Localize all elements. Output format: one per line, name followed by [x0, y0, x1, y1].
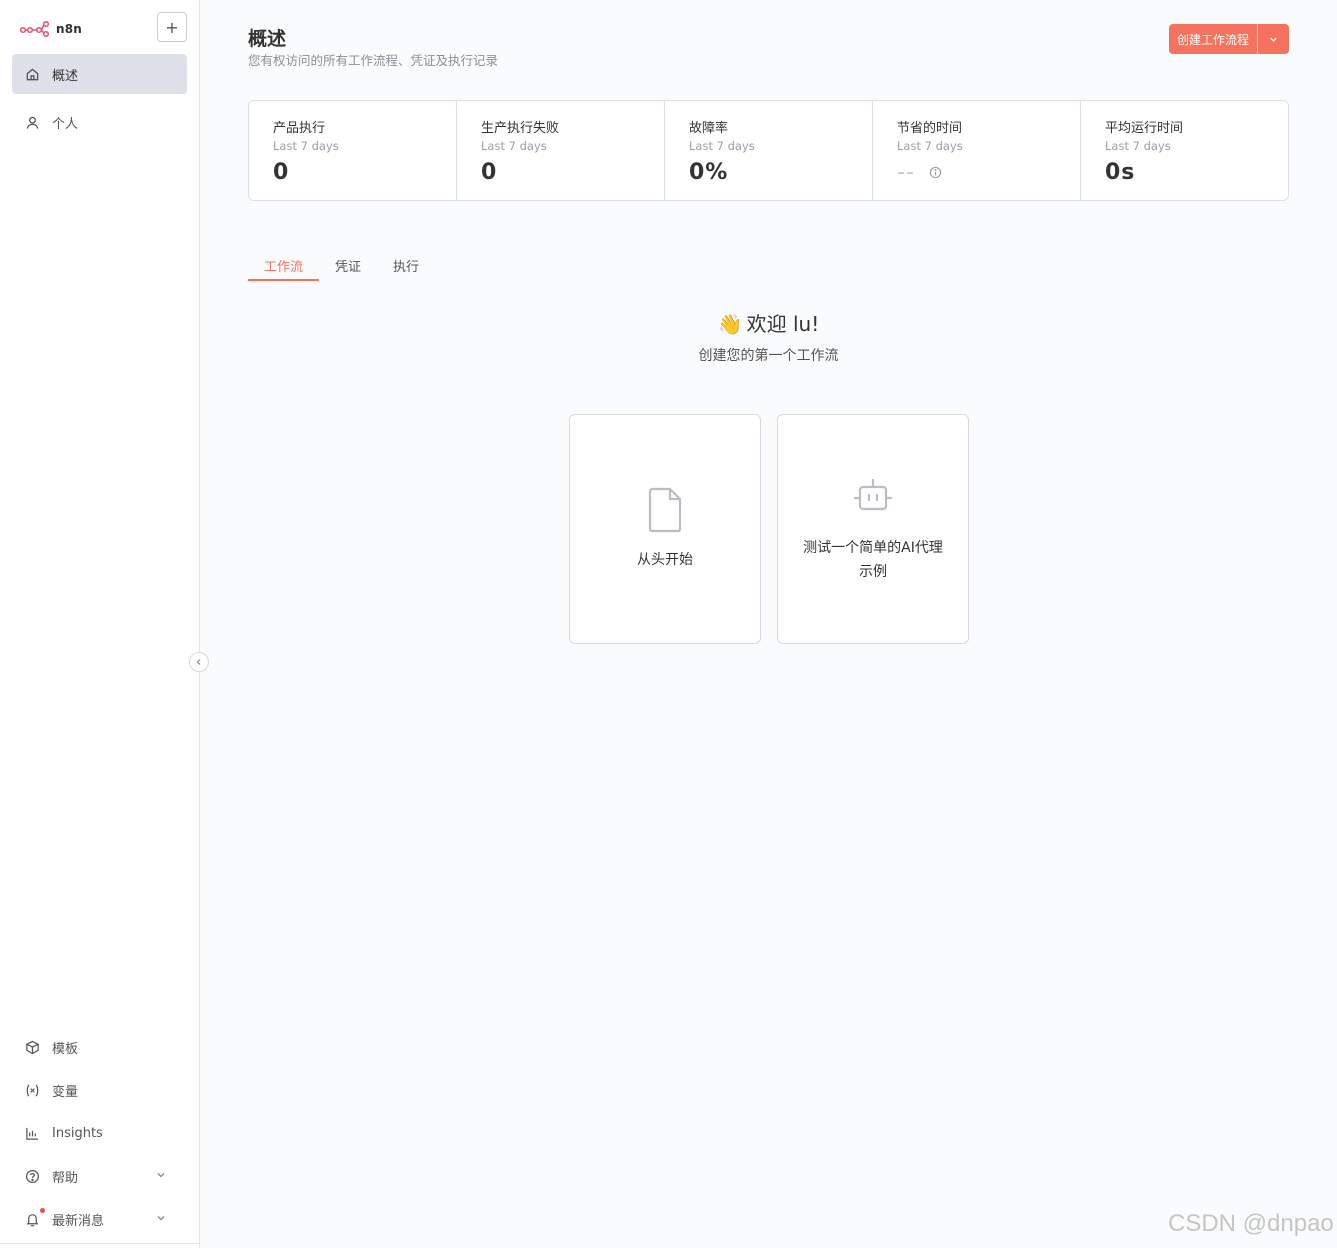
- collapse-sidebar-button[interactable]: [189, 652, 209, 672]
- stat-value: 0%: [689, 160, 729, 185]
- sidebar-item-label: 变量: [52, 1084, 79, 1100]
- chart-icon: [24, 1125, 40, 1141]
- home-icon: [24, 66, 40, 82]
- robot-icon: [853, 478, 893, 511]
- logo-text: n8n: [56, 22, 83, 36]
- sidebar-item-overview[interactable]: 概述: [12, 54, 187, 94]
- page-title: 概述: [248, 28, 287, 50]
- watermark: CSDN @dnpao: [1168, 1210, 1334, 1237]
- sidebar-item-label: 模板: [52, 1041, 79, 1057]
- stat-avg-runtime[interactable]: 平均运行时间 Last 7 days 0s: [1081, 101, 1288, 200]
- stat-period: Last 7 days: [1105, 139, 1171, 153]
- chevron-down-icon: [157, 1216, 165, 1221]
- stat-failure-rate[interactable]: 故障率 Last 7 days 0%: [665, 101, 873, 200]
- stat-failed-executions[interactable]: 生产执行失败 Last 7 days 0: [457, 101, 665, 200]
- user-icon: [24, 114, 40, 130]
- create-workflow-button[interactable]: 创建工作流程: [1169, 24, 1258, 54]
- stat-value-row: --: [897, 160, 1080, 185]
- sidebar-item-templates[interactable]: 模板: [12, 1027, 187, 1067]
- chevron-down-icon: [1270, 37, 1277, 42]
- stat-period: Last 7 days: [273, 139, 339, 153]
- welcome-title: 欢迎 lu!: [746, 312, 820, 336]
- sidebar-item-label: 最新消息: [52, 1213, 105, 1229]
- sidebar-item-insights[interactable]: Insights: [12, 1113, 187, 1153]
- stat-time-saved[interactable]: 节省的时间 Last 7 days --: [873, 101, 1081, 200]
- stat-label: 产品执行: [273, 121, 326, 136]
- stat-prod-executions[interactable]: 产品执行 Last 7 days 0: [249, 101, 457, 200]
- create-dropdown-button[interactable]: [1258, 24, 1289, 54]
- tab-bar: 工作流 凭证 执行: [248, 250, 435, 282]
- sidebar-item-label: Insights: [52, 1125, 103, 1141]
- stat-period: Last 7 days: [689, 139, 755, 153]
- sidebar-item-label: 概述: [52, 68, 79, 84]
- tab-executions[interactable]: 执行: [377, 250, 435, 281]
- notification-dot: [40, 1208, 45, 1213]
- logo[interactable]: n8n: [20, 14, 82, 44]
- info-icon[interactable]: [929, 166, 942, 179]
- stat-value: 0: [273, 160, 290, 185]
- ai-agent-example-card[interactable]: 测试一个简单的AI代理示例: [777, 414, 969, 644]
- sidebar-item-label: 个人: [52, 116, 79, 132]
- stat-value: 0s: [1105, 160, 1136, 185]
- tab-workflows[interactable]: 工作流: [248, 250, 320, 281]
- stat-label: 生产执行失败: [481, 121, 560, 136]
- bell-icon: [24, 1211, 40, 1227]
- help-icon: [24, 1168, 40, 1184]
- sidebar-item-label: 帮助: [52, 1170, 79, 1186]
- card-label: 从头开始: [637, 552, 693, 568]
- chevron-left-icon: [196, 659, 201, 665]
- stat-value: 0: [481, 160, 498, 185]
- page-subtitle: 您有权访问的所有工作流程、凭证及执行记录: [248, 53, 499, 68]
- variable-icon: [24, 1082, 40, 1098]
- wave-icon: 👋: [717, 312, 743, 336]
- start-from-scratch-card[interactable]: 从头开始: [569, 414, 761, 644]
- divider: [0, 1243, 200, 1244]
- stat-period: Last 7 days: [897, 139, 963, 153]
- create-workflow-button-group: 创建工作流程: [1169, 24, 1289, 54]
- sidebar: n8n + 概述 个人 模板 变量 Insights 帮助 最新消息: [0, 0, 200, 1248]
- sidebar-item-variables[interactable]: 变量: [12, 1070, 187, 1110]
- stat-label: 故障率: [689, 121, 729, 136]
- sidebar-item-whats-new[interactable]: 最新消息: [12, 1199, 187, 1239]
- welcome-heading: 👋 欢迎 lu!: [248, 308, 1289, 337]
- card-label: 测试一个简单的AI代理示例: [803, 540, 943, 580]
- welcome-subtitle: 创建您的第一个工作流: [698, 348, 839, 364]
- sidebar-item-personal[interactable]: 个人: [12, 102, 187, 142]
- tab-credentials[interactable]: 凭证: [319, 250, 377, 281]
- add-button[interactable]: +: [157, 12, 187, 42]
- stat-label: 节省的时间: [897, 121, 963, 136]
- stats-panel: 产品执行 Last 7 days 0 生产执行失败 Last 7 days 0 …: [248, 100, 1289, 201]
- box-icon: [24, 1039, 40, 1055]
- stat-period: Last 7 days: [481, 139, 547, 153]
- chevron-down-icon: [157, 1173, 165, 1178]
- stat-label: 平均运行时间: [1105, 121, 1184, 136]
- stat-value: --: [897, 160, 915, 185]
- sidebar-item-help[interactable]: 帮助: [12, 1156, 187, 1196]
- file-icon: [648, 487, 682, 533]
- n8n-logo-icon: [20, 21, 50, 37]
